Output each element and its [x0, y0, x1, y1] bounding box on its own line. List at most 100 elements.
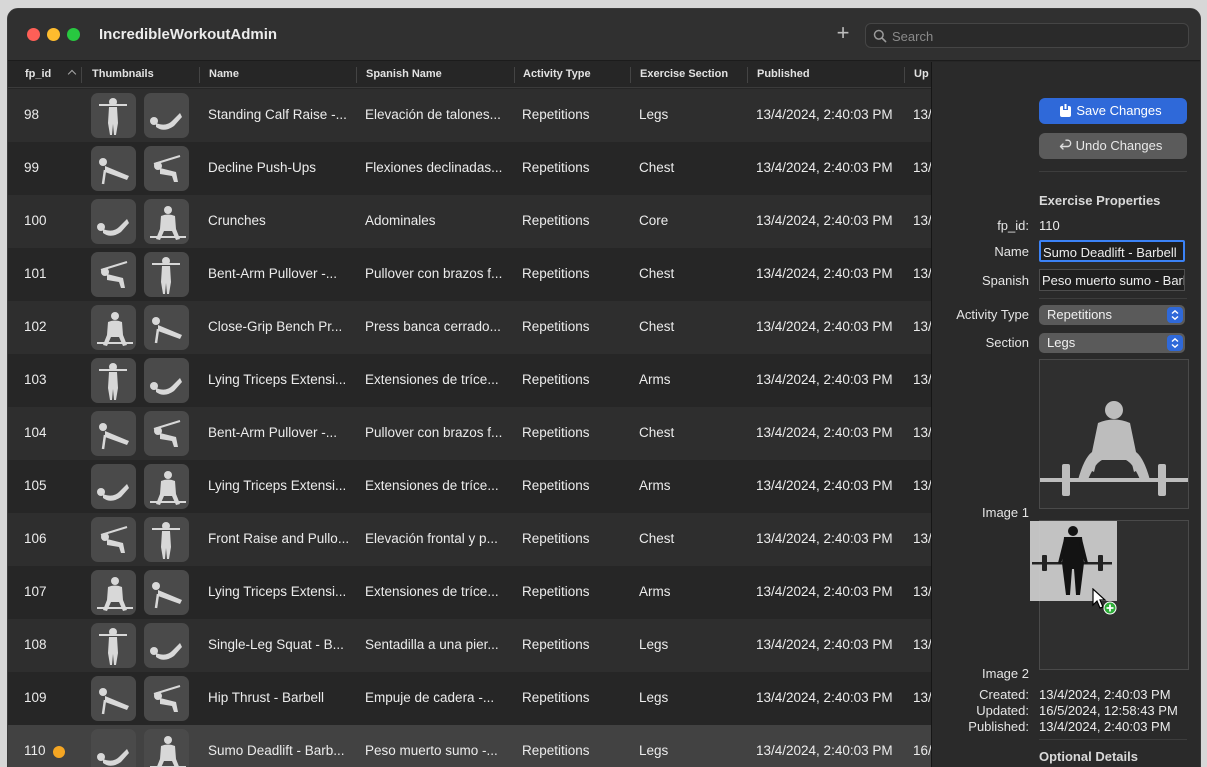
cell-updated: 13/	[913, 425, 931, 440]
cell-name: Crunches	[208, 213, 266, 228]
column-header-published[interactable]: Published	[757, 68, 810, 80]
table-header: fp_id Thumbnails Name Spanish Name Activ…	[8, 62, 931, 88]
divider	[1039, 298, 1187, 299]
table-row[interactable]: 104 Bent-Arm Pullover -... Pullover con br…	[8, 407, 931, 460]
cell-fp-id: 105	[24, 478, 47, 493]
cell-fp-id: 106	[24, 531, 47, 546]
column-header-fp-id[interactable]: fp_id	[25, 68, 51, 80]
undo-icon	[1059, 139, 1072, 150]
thumbnail-image-1	[91, 411, 136, 456]
table-row[interactable]: 103 Lying Triceps Extensi... Extensiones d…	[8, 354, 931, 407]
table-row[interactable]: 106 Front Raise and Pullo... Elevación fro…	[8, 513, 931, 566]
cell-name: Lying Triceps Extensi...	[208, 372, 347, 387]
cell-spanish-name: Press banca cerrado...	[365, 319, 501, 334]
cell-fp-id: 104	[24, 425, 47, 440]
cell-spanish-name: Adominales	[365, 213, 436, 228]
image-1-well[interactable]	[1039, 359, 1189, 509]
table-row[interactable]: 101 Bent-Arm Pullover -... Pullover con br…	[8, 248, 931, 301]
cell-name: Bent-Arm Pullover -...	[208, 425, 338, 440]
undo-changes-label: Undo Changes	[1075, 138, 1163, 153]
cell-exercise-section: Arms	[639, 478, 671, 493]
cell-spanish-name: Elevación frontal y p...	[365, 531, 498, 546]
cell-published: 13/4/2024, 2:40:03 PM	[756, 690, 893, 705]
cell-updated: 13/	[913, 107, 931, 122]
thumbnail-image-1	[91, 305, 136, 350]
cell-updated: 13/	[913, 531, 931, 546]
spanish-field[interactable]	[1039, 269, 1185, 291]
add-exercise-button[interactable]: +	[832, 22, 854, 45]
activity-type-popup[interactable]: Repetitions	[1039, 305, 1185, 325]
cell-fp-id: 99	[24, 160, 40, 175]
published-label: Published:	[968, 719, 1029, 734]
table-row[interactable]: 107 Lying Triceps Extensi... Extensiones d…	[8, 566, 931, 619]
column-header-updated[interactable]: Up	[914, 68, 929, 80]
column-header-exercise-section[interactable]: Exercise Section	[640, 68, 728, 80]
table-row[interactable]: 98 Standing Calf Raise -... Elevación de t…	[8, 89, 931, 142]
save-changes-button[interactable]: Save Changes	[1039, 98, 1187, 124]
published-value: 13/4/2024, 2:40:03 PM	[1039, 719, 1171, 734]
cell-spanish-name: Extensiones de tríce...	[365, 372, 499, 387]
cell-exercise-section: Chest	[639, 160, 675, 175]
table-row[interactable]: 109 Hip Thrust - Barbell Empuje de cadera …	[8, 672, 931, 725]
unsaved-changes-dot	[53, 746, 65, 758]
table-row[interactable]: 105 Lying Triceps Extensi... Extensiones d…	[8, 460, 931, 513]
cell-updated: 13/	[913, 160, 931, 175]
cell-exercise-section: Chest	[639, 266, 675, 281]
cell-exercise-section: Chest	[639, 425, 675, 440]
undo-changes-button[interactable]: Undo Changes	[1039, 133, 1187, 159]
cell-updated: 13/	[913, 266, 931, 281]
table-row[interactable]: 110 Sumo Deadlift - Barb... Peso muerto su…	[8, 725, 931, 767]
sort-ascending-icon	[67, 69, 77, 79]
zoom-window-button[interactable]	[67, 28, 80, 41]
cell-fp-id: 102	[24, 319, 47, 334]
spanish-input[interactable]	[1040, 271, 1184, 289]
cell-activity-type: Repetitions	[522, 637, 590, 652]
cell-activity-type: Repetitions	[522, 319, 590, 334]
title-bar: IncredibleWorkoutAdmin +	[8, 9, 1200, 61]
cell-updated: 13/	[913, 372, 931, 387]
cell-exercise-section: Core	[639, 213, 669, 228]
cell-spanish-name: Elevación de talones...	[365, 107, 501, 122]
cell-spanish-name: Empuje de cadera -...	[365, 690, 495, 705]
section-popup[interactable]: Legs	[1039, 333, 1185, 353]
cell-activity-type: Repetitions	[522, 584, 590, 599]
exercise-properties-title: Exercise Properties	[1039, 193, 1161, 208]
thumbnail-image-2	[144, 305, 189, 350]
search-input[interactable]	[892, 27, 1182, 45]
thumbnail-image-1	[91, 146, 136, 191]
search-field[interactable]	[865, 23, 1189, 48]
cell-updated: 16/	[913, 743, 931, 758]
column-header-spanish-name[interactable]: Spanish Name	[366, 68, 442, 80]
close-window-button[interactable]	[27, 28, 40, 41]
minimize-window-button[interactable]	[47, 28, 60, 41]
save-icon	[1060, 104, 1071, 117]
thumbnail-image-2	[144, 464, 189, 509]
cell-published: 13/4/2024, 2:40:03 PM	[756, 107, 893, 122]
cell-updated: 13/	[913, 319, 931, 334]
thumbnail-image-1	[91, 676, 136, 721]
table-row[interactable]: 102 Close-Grip Bench Pr... Press banca cer…	[8, 301, 931, 354]
column-header-activity-type[interactable]: Activity Type	[523, 68, 591, 80]
cell-exercise-section: Arms	[639, 372, 671, 387]
thumbnail-image-1	[91, 729, 136, 767]
section-label: Section	[985, 335, 1029, 350]
cell-exercise-section: Legs	[639, 743, 669, 758]
thumbnail-image-2	[144, 623, 189, 668]
inspector-panel: Save Changes Undo Changes Exercise Prope…	[931, 62, 1200, 767]
name-label: Name	[994, 244, 1029, 259]
cell-exercise-section: Chest	[639, 319, 675, 334]
spanish-label: Spanish	[982, 273, 1029, 288]
thumbnail-image-2	[144, 358, 189, 403]
section-value: Legs	[1047, 335, 1076, 350]
column-header-name[interactable]: Name	[209, 68, 239, 80]
table-row[interactable]: 100 Crunches Adominales Repetitions Core 13/4…	[8, 195, 931, 248]
name-input[interactable]	[1041, 243, 1183, 260]
table-row[interactable]: 108 Single-Leg Squat - B... Sentadilla a u…	[8, 619, 931, 672]
name-field[interactable]	[1039, 240, 1185, 262]
column-header-thumbnails[interactable]: Thumbnails	[92, 68, 154, 80]
thumbnail-image-2	[144, 729, 189, 767]
fp-id-value: 110	[1039, 218, 1060, 233]
image-2-label: Image 2	[982, 666, 1029, 681]
table-row[interactable]: 99 Decline Push-Ups Flexiones declinadas..…	[8, 142, 931, 195]
cell-updated: 13/	[913, 213, 931, 228]
